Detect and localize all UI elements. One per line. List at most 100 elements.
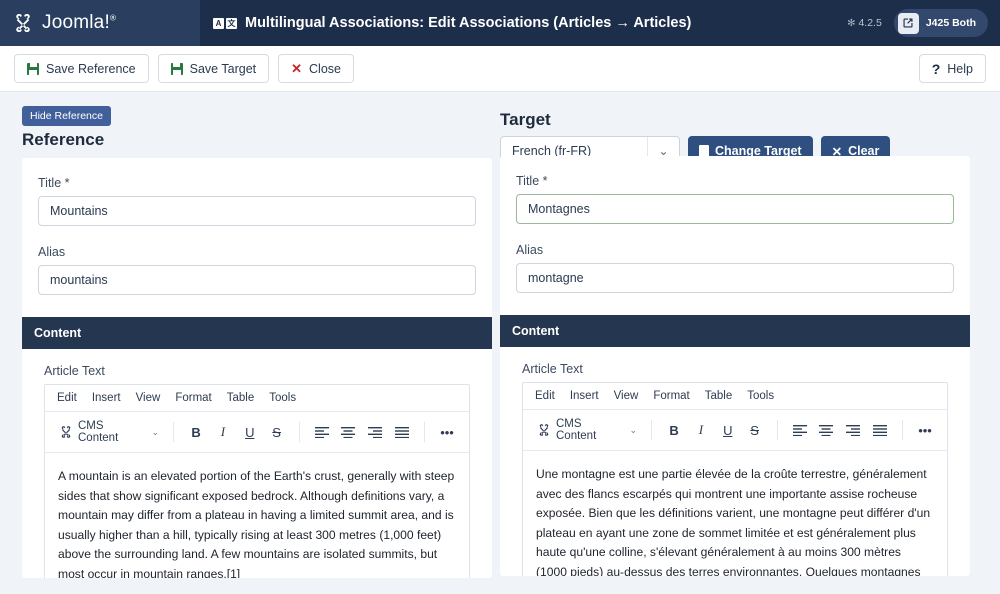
target-title-label: Title * [516, 174, 954, 188]
divider [902, 420, 903, 440]
admin-header: Joomla!® A 文 Multilingual Associations: … [0, 0, 1000, 46]
reference-alias-input[interactable]: mountains [38, 265, 476, 295]
menu-item-edit[interactable]: Edit [57, 392, 77, 404]
reference-heading-col: Hide Reference Reference [22, 106, 492, 158]
divider [299, 422, 300, 442]
bold-button[interactable]: B [184, 421, 208, 443]
target-article-text-label: Article Text [522, 362, 954, 376]
target-title-input[interactable]: Montagnes [516, 194, 954, 224]
menu-item-insert[interactable]: Insert [92, 392, 121, 404]
joomla-version: ✻ 4.2.5 [847, 17, 882, 29]
target-editor-menubar: Edit Insert View Format Table Tools [523, 383, 947, 410]
align-center-button[interactable] [336, 421, 360, 443]
align-right-icon [846, 424, 860, 436]
divider [173, 422, 174, 442]
spacer [38, 226, 476, 245]
help-icon: ? [932, 62, 941, 76]
target-article-body[interactable]: Une montagne est une partie élevée de la… [523, 451, 947, 576]
align-right-icon [368, 426, 382, 438]
menu-item-tools[interactable]: Tools [269, 392, 296, 404]
page-title-group: A 文 Multilingual Associations: Edit Asso… [213, 15, 691, 31]
save-reference-button[interactable]: Save Reference [14, 54, 149, 83]
underline-button[interactable]: U [716, 419, 740, 441]
align-left-button[interactable] [788, 419, 812, 441]
target-alias-input[interactable]: montagne [516, 263, 954, 293]
align-center-icon [819, 424, 833, 436]
strikethrough-button[interactable]: S [265, 421, 289, 443]
hide-reference-button[interactable]: Hide Reference [22, 106, 111, 126]
align-justify-icon [395, 426, 409, 438]
menu-item-view[interactable]: View [614, 390, 639, 402]
joomla-logo-text: Joomla!® [42, 12, 116, 34]
underline-button[interactable]: U [238, 421, 262, 443]
reference-content-tab[interactable]: Content [22, 317, 492, 349]
page-title: Multilingual Associations: Edit Associat… [245, 15, 691, 31]
reference-editor-toolbar: CMS Content ⌄ B I U S [45, 412, 469, 453]
align-center-icon [341, 426, 355, 438]
association-panels: Title * Mountains Alias mountains Conten… [0, 158, 1000, 578]
chevron-down-icon: ⌄ [630, 425, 638, 436]
menu-item-edit[interactable]: Edit [535, 390, 555, 402]
reference-editor: Edit Insert View Format Table Tools CMS … [44, 384, 470, 578]
target-content-tab[interactable]: Content [500, 315, 970, 347]
italic-button[interactable]: I [689, 419, 713, 441]
more-options-button[interactable]: ••• [913, 419, 937, 441]
target-heading-col: Target French (fr-FR) ⌄ Change Target ✕ … [500, 106, 970, 158]
divider [424, 422, 425, 442]
menu-item-table[interactable]: Table [227, 392, 255, 404]
target-editor-toolbar: CMS Content ⌄ B I U S [523, 410, 947, 451]
menu-item-table[interactable]: Table [705, 390, 733, 402]
save-target-button[interactable]: Save Target [158, 54, 269, 83]
menu-item-format[interactable]: Format [175, 392, 211, 404]
header-right-group: ✻ 4.2.5 J425 Both [847, 0, 988, 46]
italic-button[interactable]: I [211, 421, 235, 443]
joomla-version-icon: ✻ [847, 18, 855, 29]
align-left-button[interactable] [310, 421, 334, 443]
align-left-icon [793, 424, 807, 436]
reference-article-body[interactable]: A mountain is an elevated portion of the… [45, 453, 469, 578]
multilingual-associations-icon: A 文 [213, 18, 237, 29]
target-panel: Title * Montagnes Alias montagne Content… [500, 156, 970, 576]
menu-item-format[interactable]: Format [653, 390, 689, 402]
reference-title-input[interactable]: Mountains [38, 196, 476, 226]
align-right-button[interactable] [363, 421, 387, 443]
user-name-label: J425 Both [926, 17, 976, 29]
joomla-logo-icon [12, 12, 34, 34]
assoc-icon-left: A [213, 18, 224, 29]
close-button[interactable]: ✕ Close [278, 54, 354, 83]
user-menu-button[interactable]: J425 Both [894, 9, 988, 37]
help-button[interactable]: ? Help [919, 54, 986, 83]
edit-square-glyph [902, 17, 914, 29]
align-right-button[interactable] [841, 419, 865, 441]
reference-title-label: Title * [38, 176, 476, 190]
spacer [516, 224, 954, 243]
edit-square-icon [898, 13, 919, 34]
align-center-button[interactable] [814, 419, 838, 441]
more-options-button[interactable]: ••• [435, 421, 459, 443]
reference-heading: Reference [22, 130, 492, 150]
help-label: Help [947, 62, 973, 76]
joomla-logo[interactable]: Joomla!® [0, 0, 200, 46]
bold-button[interactable]: B [662, 419, 686, 441]
strikethrough-button[interactable]: S [743, 419, 767, 441]
save-reference-label: Save Reference [46, 62, 136, 76]
target-alias-label: Alias [516, 243, 954, 257]
align-justify-button[interactable] [390, 421, 414, 443]
align-left-icon [315, 426, 329, 438]
save-target-label: Save Target [190, 62, 256, 76]
reference-editor-menubar: Edit Insert View Format Table Tools [45, 385, 469, 412]
reference-alias-label: Alias [38, 245, 476, 259]
assoc-icon-right: 文 [226, 18, 237, 29]
menu-item-tools[interactable]: Tools [747, 390, 774, 402]
cms-content-label: CMS Content [78, 420, 147, 444]
cms-content-dropdown[interactable]: CMS Content ⌄ [533, 416, 641, 444]
panel-headings-row: Hide Reference Reference Target French (… [0, 92, 1000, 158]
align-justify-icon [873, 424, 887, 436]
align-justify-button[interactable] [868, 419, 892, 441]
cms-content-dropdown[interactable]: CMS Content ⌄ [55, 418, 163, 446]
joomla-version-label: 4.2.5 [858, 17, 881, 29]
menu-item-insert[interactable]: Insert [570, 390, 599, 402]
menu-item-view[interactable]: View [136, 392, 161, 404]
save-icon [171, 63, 183, 75]
divider [777, 420, 778, 440]
